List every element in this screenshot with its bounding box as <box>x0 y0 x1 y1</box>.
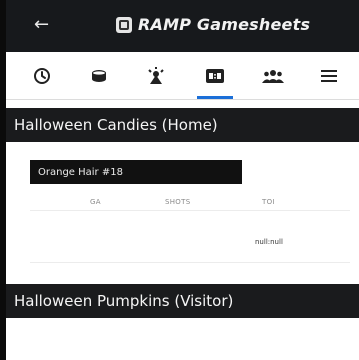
column-ga: GA <box>90 198 101 206</box>
app-title-group: RAMP Gamesheets <box>116 15 310 34</box>
row-divider <box>30 210 350 211</box>
home-team-title: Halloween Candies (Home) <box>14 116 218 134</box>
row-divider <box>30 262 350 263</box>
goal-light-icon <box>148 66 164 84</box>
column-toi: TOI <box>262 198 275 206</box>
ramp-logo-icon <box>116 16 132 33</box>
player-card[interactable]: Orange Hair #18 <box>30 160 242 184</box>
team-icon <box>262 69 284 83</box>
visitor-team-title: Halloween Pumpkins (Visitor) <box>14 292 234 310</box>
tab-menu[interactable] <box>309 52 349 99</box>
arrow-left-icon[interactable]: ← <box>34 16 49 34</box>
tab-scoreboard[interactable] <box>193 52 237 99</box>
menu-icon <box>321 69 337 82</box>
app-title: RAMP Gamesheets <box>138 15 311 34</box>
tab-goal-light[interactable] <box>136 52 176 99</box>
tab-bar <box>6 52 359 100</box>
column-shots: SHOTS <box>165 198 191 206</box>
toi-value: null:null <box>255 238 283 246</box>
app-root: ← RAMP Gamesheets Halloween Candies (Hom… <box>6 0 359 360</box>
tab-clock[interactable] <box>22 52 62 99</box>
app-bar: ← RAMP Gamesheets <box>6 0 359 52</box>
clock-icon <box>34 67 50 84</box>
visitor-team-header: Halloween Pumpkins (Visitor) <box>6 284 359 318</box>
tab-team[interactable] <box>253 52 293 99</box>
player-name: Orange Hair #18 <box>38 166 123 178</box>
home-team-header: Halloween Candies (Home) <box>6 108 359 142</box>
puck-icon <box>92 69 106 82</box>
tab-puck[interactable] <box>79 52 119 99</box>
scoreboard-icon <box>206 68 224 83</box>
